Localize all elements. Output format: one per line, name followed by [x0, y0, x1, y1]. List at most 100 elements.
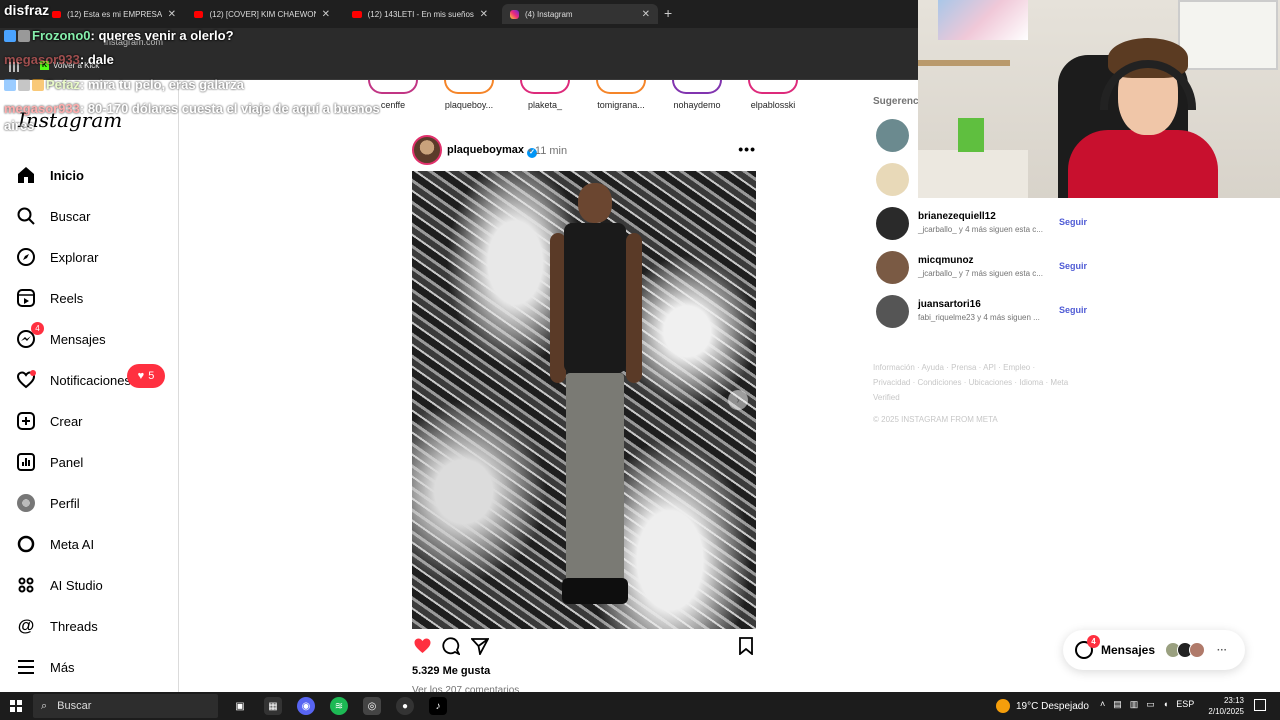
sidebar-item-crear[interactable]: Crear [16, 408, 83, 434]
suggestion-item[interactable]: brianezequiell12 _jcarballo_ y 4 más sig… [876, 207, 1087, 241]
avatar[interactable] [876, 207, 909, 240]
footer-links[interactable]: Información · Ayuda · Prensa · API · Emp… [873, 360, 1073, 405]
notifications-icon[interactable] [1254, 699, 1266, 711]
task-view-icon[interactable]: ▣ [231, 697, 249, 715]
sidebar-item-mas[interactable]: Más [16, 654, 75, 680]
tray-icon[interactable]: ▤ [1113, 699, 1122, 710]
date-text: 2/10/2025 [1208, 707, 1244, 716]
next-arrow-icon[interactable]: › [728, 390, 748, 410]
avatar[interactable] [412, 135, 442, 165]
whiteboard-shape [1178, 0, 1278, 70]
volume-icon[interactable]: ◖ [1163, 699, 1168, 710]
sidebar-item-label: Reels [50, 290, 84, 306]
heart-icon: ♥ [137, 370, 145, 382]
tab-youtube-1[interactable]: (12) Esta es mi EMPRESA - YouTube ✕ [44, 4, 184, 24]
head-shape [578, 183, 612, 223]
comment-icon[interactable] [441, 636, 461, 656]
story-item[interactable]: elpablosski [740, 80, 806, 110]
discord-icon[interactable]: ◉ [297, 697, 315, 715]
suggestion-item[interactable]: juansartori16 fabi_riquelme23 y 4 más si… [876, 295, 1087, 329]
chrome-icon[interactable]: ◎ [363, 697, 381, 715]
language-indicator[interactable]: ESP [1176, 699, 1194, 710]
username-text: plaqueboymax [447, 144, 525, 156]
close-icon[interactable]: ✕ [642, 9, 650, 20]
sidebar-item-label: Mensajes [50, 331, 106, 347]
sidebar-item-explorar[interactable]: Explorar [16, 244, 98, 270]
more-options-icon[interactable]: ••• [738, 141, 756, 157]
bookmark-icon[interactable] [736, 636, 756, 656]
story-item[interactable]: plaketa_ [512, 80, 578, 110]
sidebar-item-mensajes[interactable]: 4 Mensajes [16, 322, 106, 352]
story-label: tomigrana... [597, 100, 645, 110]
app-icon[interactable]: ▦ [264, 697, 282, 715]
obs-icon[interactable]: ● [396, 697, 414, 715]
post-actions [412, 636, 756, 658]
sidebar-item-reels[interactable]: Reels [16, 285, 83, 311]
tiktok-icon[interactable]: ♪ [429, 697, 447, 715]
suggestion-name[interactable]: brianezequiell12 [918, 211, 996, 222]
post-username[interactable]: plaqueboymax ✓ [447, 144, 538, 158]
post-image[interactable]: › [412, 171, 756, 629]
tab-instagram[interactable]: (4) Instagram ✕ [502, 4, 658, 24]
story-ring [444, 80, 494, 94]
sidebar-item-threads[interactable]: @ Threads [16, 613, 98, 639]
tab-youtube-3[interactable]: (12) 143LETI - En mis sueños so ✕ [344, 4, 496, 24]
weather-icon [996, 699, 1010, 713]
suggestion-name[interactable]: micqmunoz [918, 255, 974, 266]
sidebar-item-label: Threads [50, 618, 98, 634]
messages-badge: 4 [31, 322, 44, 335]
avatar[interactable] [876, 163, 909, 196]
sidebar-item-panel[interactable]: Panel [16, 449, 83, 475]
follow-button[interactable]: Seguir [1059, 217, 1087, 227]
sidebar-item-buscar[interactable]: Buscar [16, 203, 90, 229]
suggestion-item[interactable]: micqmunoz _jcarballo_ y 7 más siguen est… [876, 251, 1087, 285]
close-icon[interactable]: ✕ [480, 9, 488, 20]
clock[interactable]: 23:13 2/10/2025 [1204, 695, 1244, 717]
sidebar-item-meta-ai[interactable]: Meta AI [16, 531, 94, 557]
weather-widget[interactable]: 19°C Despejado [996, 699, 1089, 713]
sidebar-item-label: Más [50, 659, 75, 675]
sidebar-item-label: Meta AI [50, 536, 95, 552]
sidebar-item-notificaciones[interactable]: Notificaciones [16, 367, 131, 393]
meta-ai-icon [16, 534, 36, 554]
new-tab-button[interactable]: + [664, 5, 672, 21]
youtube-icon [194, 10, 204, 18]
windows-start-icon[interactable] [10, 700, 22, 712]
avatar[interactable] [876, 119, 909, 152]
network-icon[interactable]: ▭ [1146, 699, 1155, 710]
share-icon[interactable] [470, 636, 490, 656]
story-ring [672, 80, 722, 94]
tray-icon[interactable]: ▥ [1130, 699, 1139, 710]
spotify-icon[interactable]: ≋ [330, 697, 348, 715]
likes-count[interactable]: 5.329 Me gusta [412, 665, 490, 677]
chat-user: megasor933 [4, 101, 80, 116]
suggestion-name[interactable]: juansartori16 [918, 299, 981, 310]
system-tray: ˄ ▤ ▥ ▭ ◖ ESP [1100, 699, 1194, 710]
sidebar-item-inicio[interactable]: Inicio [16, 162, 84, 188]
sidebar-item-perfil[interactable]: Perfil [16, 490, 80, 516]
story-item[interactable]: plaqueboy... [436, 80, 502, 110]
tab-youtube-2[interactable]: (12) [COVER] KIM CHAEWON - ✕ [186, 4, 338, 24]
notification-pill[interactable]: ♥ 5 [127, 364, 165, 388]
messages-float-button[interactable]: 4 Mensajes ··· [1063, 630, 1245, 670]
story-item[interactable]: tomigrana... [588, 80, 654, 110]
close-icon[interactable]: ✕ [168, 9, 176, 20]
story-label: nohaydemo [673, 100, 721, 110]
like-heart-icon[interactable] [412, 636, 432, 656]
close-icon[interactable]: ✕ [322, 9, 330, 20]
chat-line: Pefaz: mira tu pelo, eras galarza [4, 77, 244, 92]
chat-message: : mira tu pelo, eras galarza [79, 77, 244, 92]
avatar[interactable] [876, 251, 909, 284]
story-item[interactable]: nohaydemo [664, 80, 730, 110]
browser-tabbar: (12) Esta es mi EMPRESA - YouTube ✕ (12)… [0, 0, 918, 28]
taskbar-search[interactable]: ⌕ Buscar [33, 694, 218, 718]
screen: (12) Esta es mi EMPRESA - YouTube ✕ (12)… [0, 0, 1280, 720]
follow-button[interactable]: Seguir [1059, 261, 1087, 271]
sidebar-item-ai-studio[interactable]: AI Studio [16, 572, 103, 598]
story-ring [596, 80, 646, 94]
tab-label: (12) Esta es mi EMPRESA - YouTube [67, 9, 162, 19]
follow-button[interactable]: Seguir [1059, 305, 1087, 315]
sidebar-item-label: Notificaciones [50, 372, 131, 388]
chevron-up-icon[interactable]: ˄ [1100, 699, 1105, 710]
avatar[interactable] [876, 295, 909, 328]
